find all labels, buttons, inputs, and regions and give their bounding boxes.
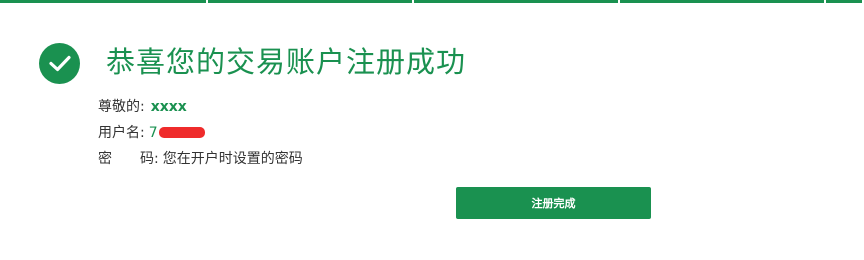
greeting-row: 尊敬的: xxxx	[98, 98, 187, 116]
redaction-mark	[158, 127, 205, 138]
step-segment-1	[0, 0, 206, 3]
username-value: 7	[148, 125, 158, 141]
username-label: 用户名:	[98, 125, 145, 141]
page-title: 恭喜您的交易账户注册成功	[106, 45, 467, 79]
step-segment-4	[620, 0, 824, 3]
step-segment-3	[414, 0, 618, 3]
step-segment-2	[208, 0, 412, 3]
password-hint: 您在开户时设置的密码	[162, 151, 303, 167]
username-row: 用户名: 7	[98, 124, 205, 142]
finish-registration-button[interactable]: 注册完成	[456, 187, 651, 219]
greeting-name: xxxx	[150, 99, 187, 115]
password-label-part1: 密	[98, 151, 112, 167]
registration-success-page: 恭喜您的交易账户注册成功 尊敬的: xxxx 用户名: 7 密 码: 您在开户时设置的密…	[0, 0, 864, 260]
check-circle-icon	[39, 43, 80, 84]
password-row: 密 码: 您在开户时设置的密码	[98, 150, 303, 168]
step-segment-5	[826, 0, 862, 3]
password-label-part2: 码:	[140, 151, 159, 167]
progress-step-bar	[0, 0, 864, 3]
greeting-label: 尊敬的:	[98, 99, 145, 115]
